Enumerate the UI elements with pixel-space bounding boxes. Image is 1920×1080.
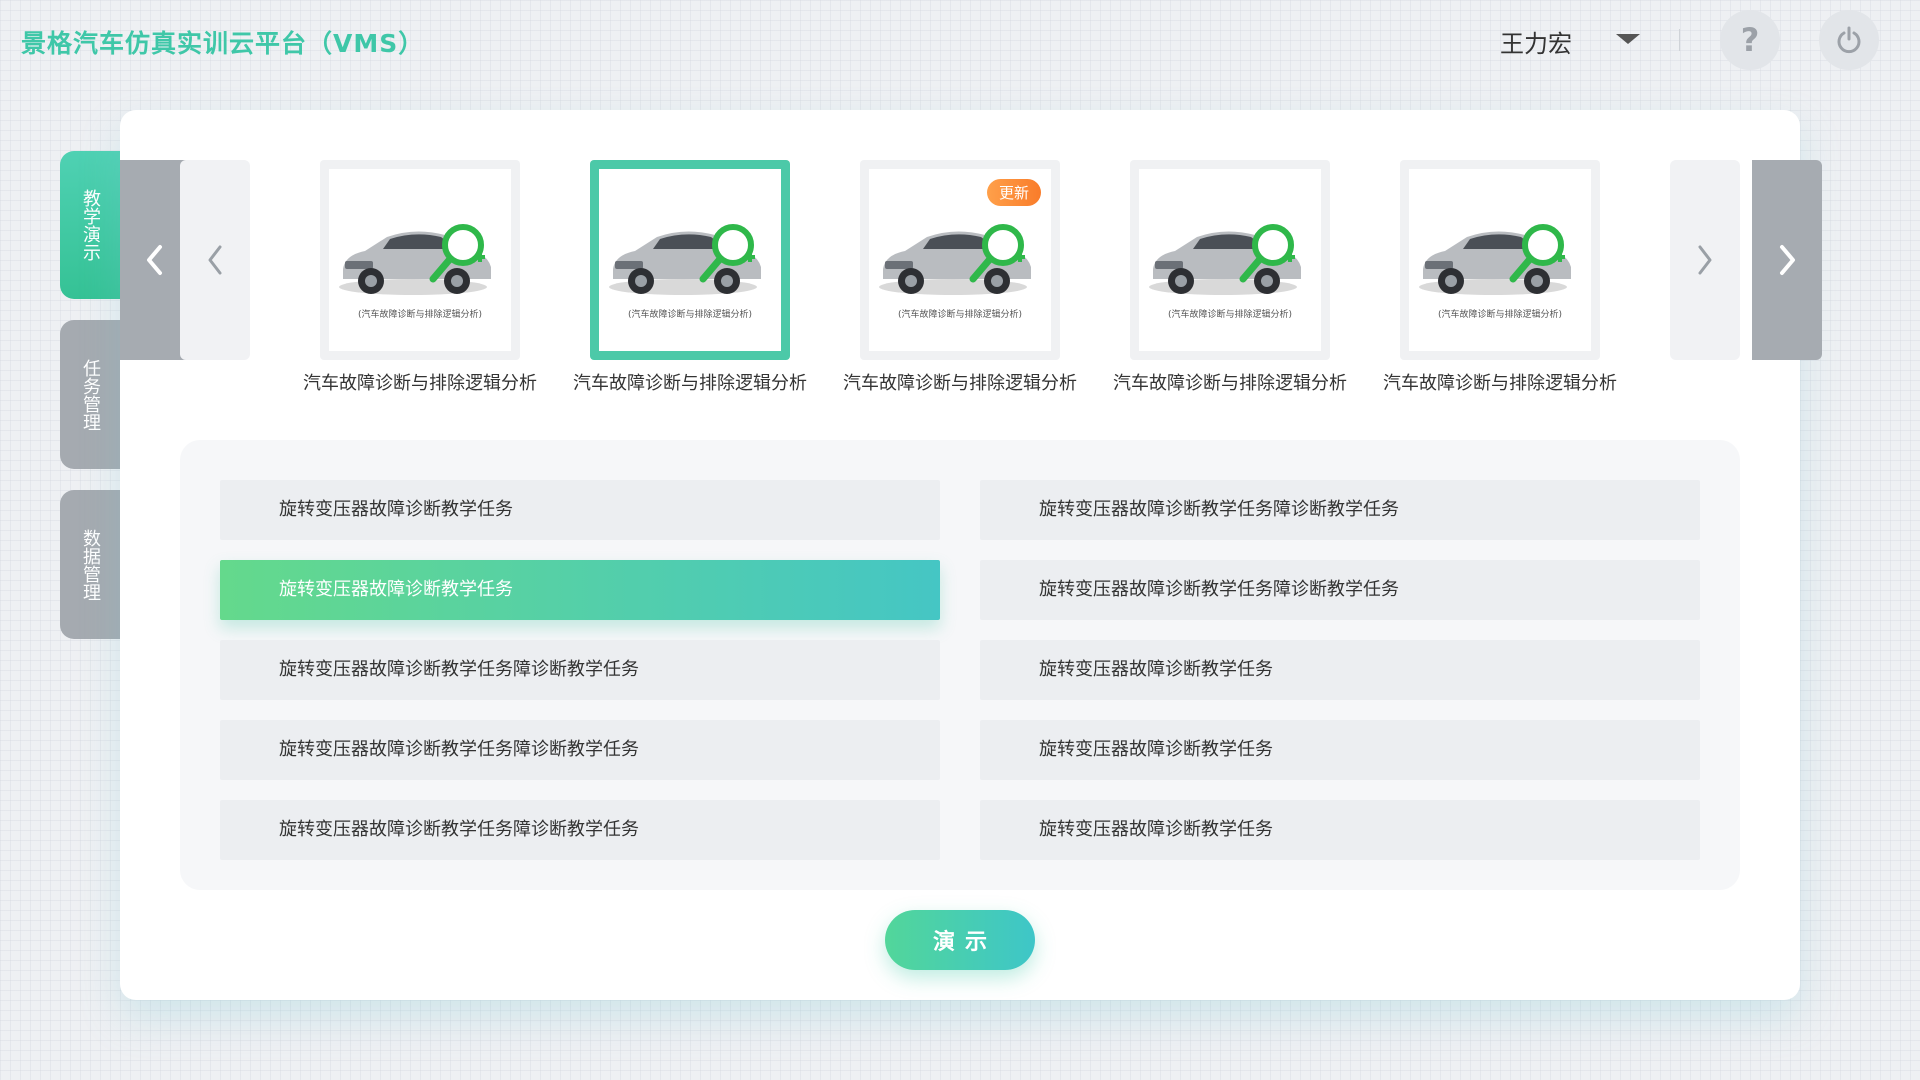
course-thumbnail: (汽车故障诊断与排除逻辑分析) — [329, 169, 511, 351]
task-item[interactable]: 旋转变压器故障诊断教学任务 — [220, 480, 940, 540]
course-thumbnail: (汽车故障诊断与排除逻辑分析) 更新 — [869, 169, 1051, 351]
course-title[interactable]: 汽车故障诊断与排除逻辑分析 — [290, 369, 550, 395]
course-card[interactable]: (汽车故障诊断与排除逻辑分析) — [590, 160, 790, 360]
power-icon — [1837, 26, 1861, 54]
course-title[interactable]: 汽车故障诊断与排除逻辑分析 — [1100, 369, 1360, 395]
course-card[interactable]: (汽车故障诊断与排除逻辑分析) 更新 — [860, 160, 1060, 360]
course-thumbnail: (汽车故障诊断与排除逻辑分析) — [1409, 169, 1591, 351]
tab-task-management[interactable]: 任务管理 — [60, 320, 120, 469]
thumbnail-caption: (汽车故障诊断与排除逻辑分析) — [627, 310, 753, 320]
task-item[interactable]: 旋转变压器故障诊断教学任务 — [980, 720, 1700, 780]
car-magnifier-icon — [609, 224, 761, 295]
logout-button[interactable] — [1819, 10, 1879, 70]
course-card[interactable]: (汽车故障诊断与排除逻辑分析) — [320, 160, 520, 360]
task-item[interactable]: 旋转变压器故障诊断教学任务 — [980, 800, 1700, 860]
task-item[interactable]: 旋转变压器故障诊断教学任务障诊断教学任务 — [980, 480, 1700, 540]
thumbnail-caption: (汽车故障诊断与排除逻辑分析) — [357, 310, 483, 320]
task-item[interactable]: 旋转变压器故障诊断教学任务 — [980, 640, 1700, 700]
tab-label: 数据管理 — [80, 528, 101, 601]
thumbnail-caption: (汽车故障诊断与排除逻辑分析) — [897, 310, 1023, 320]
app-title: 景格汽车仿真实训云平台（VMS） — [21, 29, 425, 58]
task-item[interactable]: 旋转变压器故障诊断教学任务 — [220, 560, 940, 620]
course-thumbnail: (汽车故障诊断与排除逻辑分析) — [1139, 169, 1321, 351]
task-item[interactable]: 旋转变压器故障诊断教学任务障诊断教学任务 — [220, 640, 940, 700]
car-magnifier-icon — [1149, 224, 1301, 295]
course-card[interactable]: (汽车故障诊断与排除逻辑分析) — [1400, 160, 1600, 360]
car-magnifier-icon — [339, 224, 491, 295]
thumbnail-caption: (汽车故障诊断与排除逻辑分析) — [1167, 310, 1293, 320]
tab-teaching-demo[interactable]: 教学演示 — [60, 151, 120, 299]
tab-data-management[interactable]: 数据管理 — [60, 490, 120, 639]
header-divider — [1679, 29, 1680, 51]
chevron-right-icon — [1698, 245, 1712, 275]
question-icon: ? — [1740, 21, 1760, 59]
course-title[interactable]: 汽车故障诊断与排除逻辑分析 — [1370, 369, 1630, 395]
update-badge: 更新 — [986, 179, 1041, 206]
task-item[interactable]: 旋转变压器故障诊断教学任务障诊断教学任务 — [980, 560, 1700, 620]
course-title[interactable]: 汽车故障诊断与排除逻辑分析 — [560, 369, 820, 395]
chevron-down-icon[interactable] — [1616, 34, 1640, 44]
tab-label: 教学演示 — [80, 189, 101, 261]
task-item[interactable]: 旋转变压器故障诊断教学任务障诊断教学任务 — [220, 800, 940, 860]
course-thumbnail: (汽车故障诊断与排除逻辑分析) — [599, 169, 781, 351]
chevron-left-icon — [208, 245, 222, 275]
user-name[interactable]: 王力宏 — [1500, 24, 1572, 59]
chevron-right-icon — [1780, 245, 1795, 275]
carousel-next-small-button[interactable] — [1670, 160, 1740, 360]
demo-button[interactable]: 演示 — [885, 910, 1035, 970]
tab-label: 任务管理 — [80, 358, 101, 431]
carousel-next-button[interactable] — [1752, 160, 1822, 360]
course-card[interactable]: (汽车故障诊断与排除逻辑分析) — [1130, 160, 1330, 360]
car-magnifier-icon — [1419, 224, 1571, 295]
car-magnifier-icon — [879, 224, 1031, 295]
task-item[interactable]: 旋转变压器故障诊断教学任务障诊断教学任务 — [220, 720, 940, 780]
thumbnail-caption: (汽车故障诊断与排除逻辑分析) — [1437, 310, 1563, 320]
chevron-left-icon — [147, 245, 162, 275]
carousel-prev-small-button[interactable] — [180, 160, 250, 360]
help-button[interactable]: ? — [1720, 10, 1780, 70]
course-title[interactable]: 汽车故障诊断与排除逻辑分析 — [830, 369, 1090, 395]
